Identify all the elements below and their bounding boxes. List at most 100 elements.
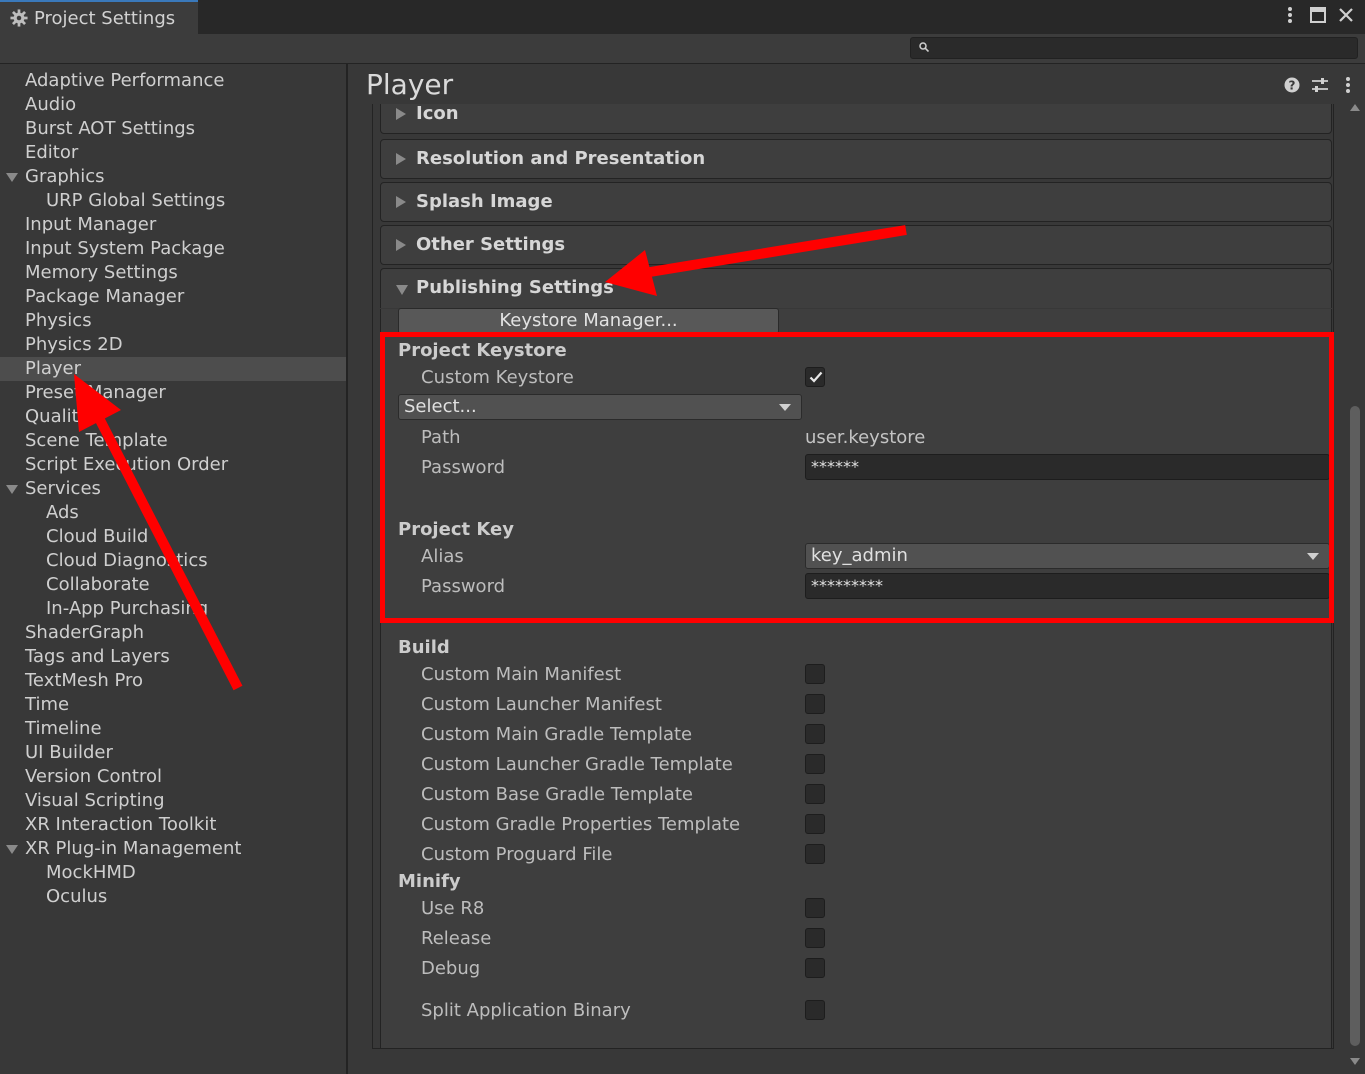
foldout-icon[interactable]: Icon [380, 104, 1332, 134]
more-options-icon[interactable] [1339, 76, 1357, 94]
keystore-manager-button[interactable]: Keystore Manager... [398, 308, 779, 334]
sidebar-item-in-app-purchasing[interactable]: In-App Purchasing [46, 597, 208, 621]
sidebar-item-xr-interaction-toolkit[interactable]: XR Interaction Toolkit [25, 813, 216, 837]
sidebar-item-physics-2d[interactable]: Physics 2D [25, 333, 123, 357]
sidebar-item-preset-manager[interactable]: Preset Manager [25, 381, 166, 405]
sidebar-item-memory-settings[interactable]: Memory Settings [25, 261, 178, 285]
release-checkbox[interactable] [805, 928, 825, 948]
more-options-icon[interactable] [1281, 4, 1299, 26]
maximize-icon[interactable] [1309, 4, 1327, 26]
build-option-label: Custom Main Manifest [421, 664, 622, 685]
keystore-select-dropdown[interactable]: Select... [398, 394, 802, 420]
tab-project-settings[interactable]: Project Settings [0, 0, 198, 34]
build-option-label: Custom Proguard File [421, 844, 613, 865]
sidebar-item-script-execution-order[interactable]: Script Execution Order [25, 453, 228, 477]
services-fold-icon[interactable] [6, 485, 18, 494]
custom-keystore-label: Custom Keystore [421, 367, 574, 388]
build-option-label: Custom Main Gradle Template [421, 724, 693, 745]
sidebar-item-audio[interactable]: Audio [25, 93, 76, 117]
foldout-splash-image[interactable]: Splash Image [380, 182, 1332, 222]
expand-arrow-icon [396, 153, 406, 165]
split-application-binary-checkbox[interactable] [805, 1000, 825, 1020]
sidebar-item-tags-and-layers[interactable]: Tags and Layers [25, 645, 170, 669]
sidebar-item-input-manager[interactable]: Input Manager [25, 213, 156, 237]
build-option-label: Custom Base Gradle Template [421, 784, 693, 805]
sidebar-item-player[interactable]: Player [0, 357, 346, 381]
presets-sliders-icon[interactable] [1311, 76, 1329, 94]
svg-text:?: ? [1289, 79, 1296, 93]
sidebar-item-adaptive-performance[interactable]: Adaptive Performance [25, 69, 224, 93]
custom-gradle-properties-template-checkbox[interactable] [805, 814, 825, 834]
sidebar-item-input-system-package[interactable]: Input System Package [25, 237, 225, 261]
minify-title: Minify [398, 871, 461, 892]
xr-plugin-fold-icon[interactable] [6, 845, 18, 854]
foldout-publishing-settings[interactable]: Publishing Settings [380, 268, 1332, 308]
sidebar-item-cloud-diagnostics[interactable]: Cloud Diagnostics [46, 549, 208, 573]
custom-main-gradle-template-checkbox[interactable] [805, 724, 825, 744]
key-password-field[interactable]: ********* [805, 573, 1330, 599]
alias-dropdown[interactable]: key_admin [805, 543, 1330, 569]
search-input[interactable] [910, 37, 1358, 59]
scroll-thumb[interactable] [1350, 406, 1360, 1046]
sidebar-item-editor[interactable]: Editor [25, 141, 78, 165]
sidebar-item-shadergraph[interactable]: ShaderGraph [25, 621, 144, 645]
custom-launcher-gradle-template-checkbox[interactable] [805, 754, 825, 774]
sidebar-item-timeline[interactable]: Timeline [25, 717, 102, 741]
sidebar-item-scene-template[interactable]: Scene Template [25, 429, 168, 453]
build-option-label: Custom Launcher Manifest [421, 694, 662, 715]
chevron-down-icon [1307, 553, 1319, 560]
sidebar-item-ui-builder[interactable]: UI Builder [25, 741, 113, 765]
path-label: Path [421, 427, 461, 448]
custom-base-gradle-template-checkbox[interactable] [805, 784, 825, 804]
scroll-up-icon[interactable] [1350, 104, 1360, 111]
sidebar-item-cloud-build[interactable]: Cloud Build [46, 525, 148, 549]
project-keystore-title: Project Keystore [398, 340, 567, 361]
sidebar-item-time[interactable]: Time [25, 693, 69, 717]
sidebar-item-urp-global-settings[interactable]: URP Global Settings [46, 189, 225, 213]
build-title: Build [398, 637, 450, 658]
project-key-title: Project Key [398, 519, 514, 540]
sidebar-item-xr-plugin-management[interactable]: XR Plug-in Management [25, 837, 241, 861]
key-password-label: Password [421, 576, 506, 597]
sidebar-item-oculus[interactable]: Oculus [46, 885, 107, 909]
custom-proguard-file-checkbox[interactable] [805, 844, 825, 864]
scroll-down-icon[interactable] [1350, 1058, 1360, 1065]
sidebar-item-graphics[interactable]: Graphics [25, 165, 105, 189]
use-r8-checkbox[interactable] [805, 898, 825, 918]
expand-arrow-icon [396, 239, 406, 251]
tab-title: Project Settings [34, 7, 176, 29]
tab-bar: Project Settings [0, 0, 1365, 34]
vertical-scrollbar[interactable] [1349, 104, 1361, 1074]
help-icon[interactable]: ? [1283, 76, 1301, 94]
custom-keystore-checkbox[interactable] [805, 367, 825, 387]
alias-label: Alias [421, 546, 464, 567]
search-icon [919, 42, 929, 52]
sidebar-item-package-manager[interactable]: Package Manager [25, 285, 184, 309]
sidebar-item-version-control[interactable]: Version Control [25, 765, 162, 789]
sidebar-item-mockhmd[interactable]: MockHMD [46, 861, 136, 885]
foldout-resolution-and-presentation[interactable]: Resolution and Presentation [380, 139, 1332, 179]
checkmark-icon [809, 371, 823, 383]
graphics-fold-icon[interactable] [6, 173, 18, 182]
foldout-other-settings[interactable]: Other Settings [380, 225, 1332, 265]
sidebar-item-services[interactable]: Services [25, 477, 101, 501]
sidebar-item-quality[interactable]: Quality [25, 405, 89, 429]
sidebar-item-textmesh-pro[interactable]: TextMesh Pro [25, 669, 143, 693]
build-option-label: Custom Launcher Gradle Template [421, 754, 733, 775]
dropdown-value: Select... [404, 396, 477, 417]
alias-value: key_admin [811, 545, 908, 566]
close-icon[interactable] [1337, 4, 1355, 26]
settings-sidebar: Adaptive Performance Audio Burst AOT Set… [0, 64, 348, 1074]
custom-launcher-manifest-checkbox[interactable] [805, 694, 825, 714]
sidebar-item-ads[interactable]: Ads [46, 501, 79, 525]
sidebar-item-physics[interactable]: Physics [25, 309, 92, 333]
custom-main-manifest-checkbox[interactable] [805, 664, 825, 684]
sidebar-item-visual-scripting[interactable]: Visual Scripting [25, 789, 165, 813]
keystore-password-field[interactable]: ****** [805, 454, 1330, 480]
gear-icon [10, 9, 28, 27]
sidebar-item-collaborate[interactable]: Collaborate [46, 573, 150, 597]
minify-option-label: Release [421, 928, 492, 949]
debug-checkbox[interactable] [805, 958, 825, 978]
sidebar-item-burst-aot-settings[interactable]: Burst AOT Settings [25, 117, 195, 141]
build-option-label: Custom Gradle Properties Template [421, 814, 741, 835]
